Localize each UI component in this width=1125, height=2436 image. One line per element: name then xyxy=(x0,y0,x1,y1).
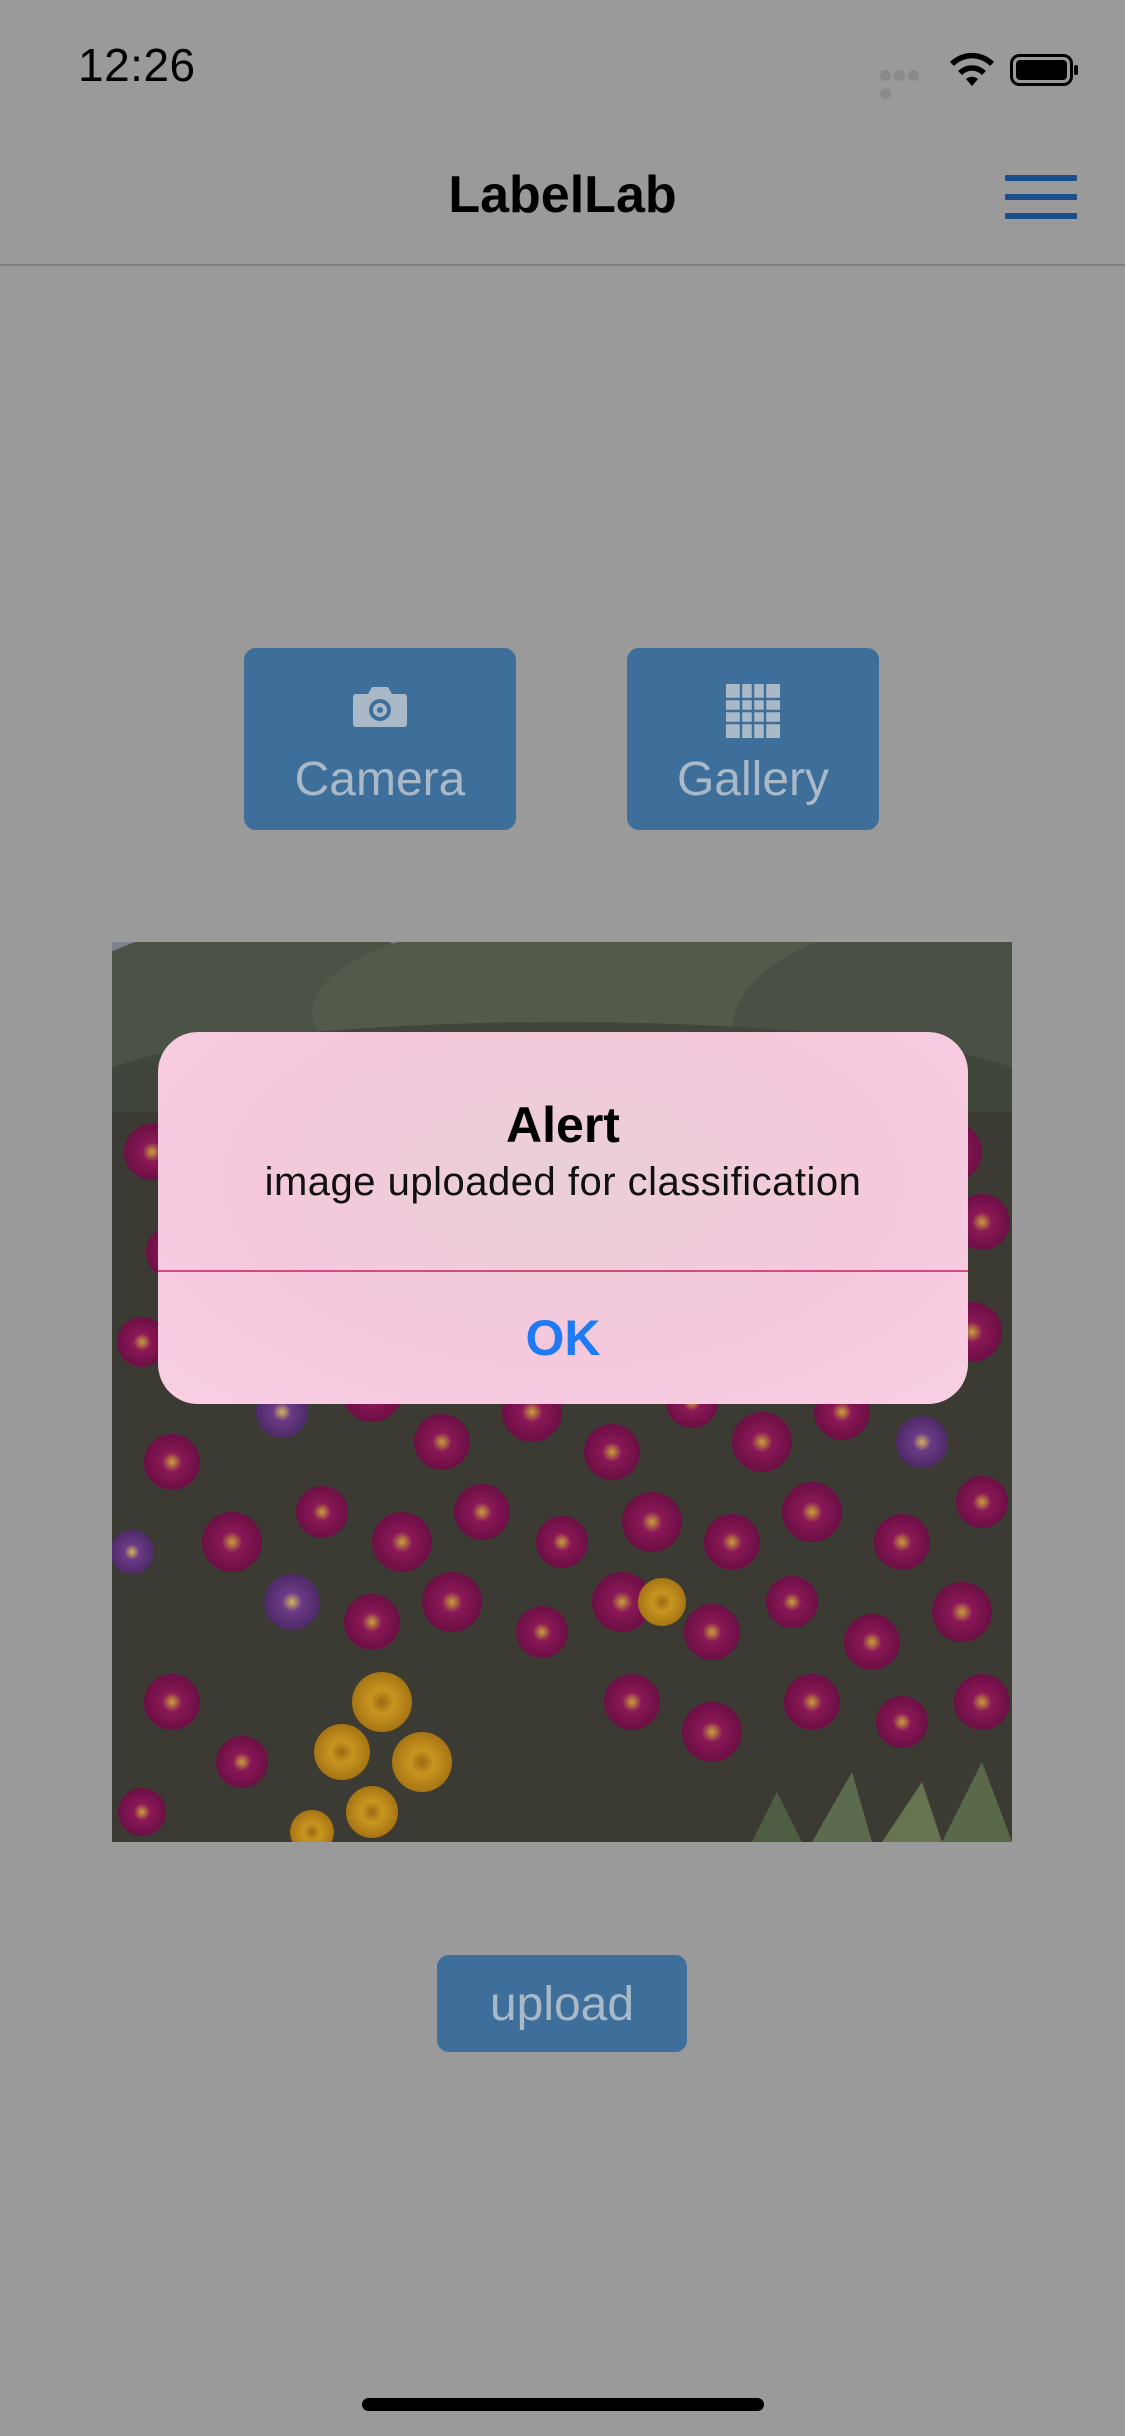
alert-message: image uploaded for classification xyxy=(264,1160,862,1204)
alert-dialog: Alert image uploaded for classification … xyxy=(158,1032,968,1404)
camera-icon xyxy=(352,684,408,733)
grid-icon xyxy=(726,684,780,743)
camera-button[interactable]: Camera xyxy=(244,648,516,830)
alert-title: Alert xyxy=(506,1097,620,1153)
page-title: LabelLab xyxy=(448,166,677,224)
status-time: 12:26 xyxy=(78,39,196,91)
battery-icon xyxy=(1010,54,1080,86)
upload-button[interactable]: upload xyxy=(437,1955,687,2052)
gallery-button[interactable]: Gallery xyxy=(627,648,879,830)
alert-ok-button[interactable]: OK xyxy=(158,1272,968,1404)
wifi-icon xyxy=(948,50,996,88)
gallery-button-label: Gallery xyxy=(676,753,830,806)
hamburger-menu-icon[interactable] xyxy=(1005,175,1077,219)
upload-button-label: upload xyxy=(489,1978,635,2031)
camera-button-label: Camera xyxy=(294,753,466,806)
cellular-signal-icon xyxy=(880,68,934,99)
home-indicator[interactable] xyxy=(362,2398,764,2411)
